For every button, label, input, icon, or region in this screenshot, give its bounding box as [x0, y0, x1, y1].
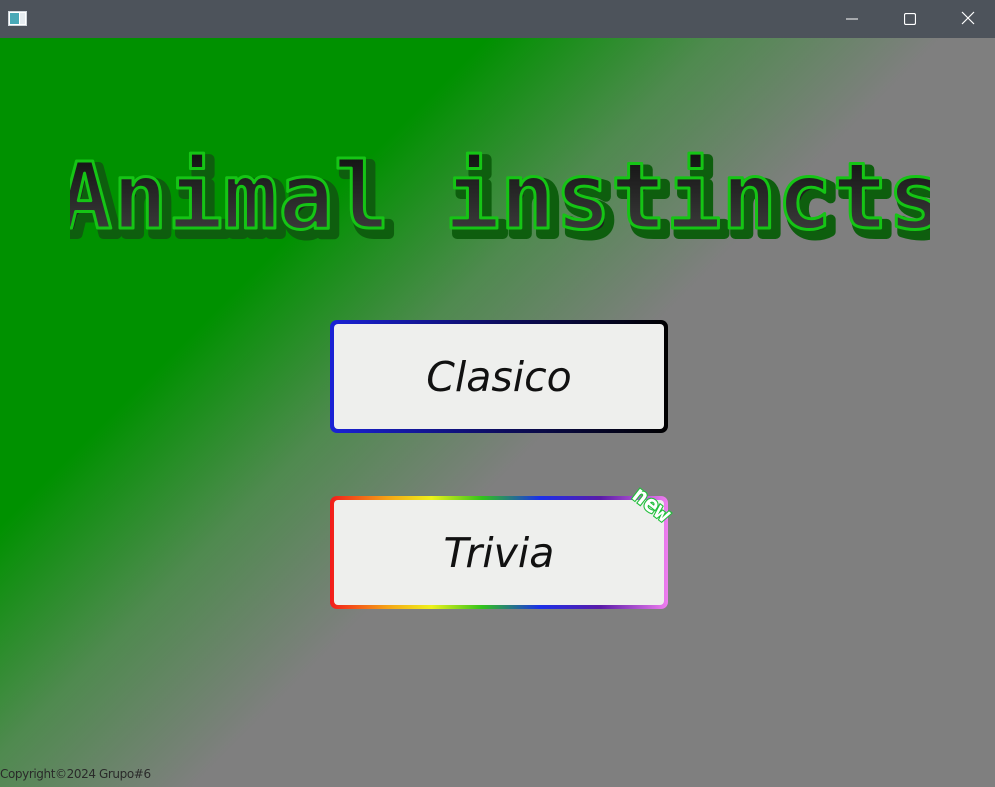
game-title: Animal instincts Animal instincts — [70, 142, 930, 249]
classic-mode-button[interactable]: Clasico — [330, 320, 668, 433]
maximize-icon — [903, 10, 917, 29]
trivia-mode-label: Trivia — [334, 500, 664, 605]
classic-mode-label: Clasico — [334, 324, 664, 429]
title-bar — [0, 0, 995, 38]
maximize-button[interactable] — [881, 0, 939, 38]
app-window-icon — [8, 11, 27, 26]
close-button[interactable] — [939, 0, 995, 38]
app-window: Animal instincts Animal instincts Clasic… — [0, 0, 995, 787]
close-icon — [961, 10, 975, 29]
new-badge: new — [626, 481, 677, 529]
main-area: Animal instincts Animal instincts Clasic… — [0, 38, 995, 787]
title-text: Animal instincts — [70, 143, 930, 248]
minimize-icon — [846, 10, 858, 29]
new-badge-text: new — [627, 482, 676, 528]
minimize-button[interactable] — [823, 0, 881, 38]
copyright-text: Copyright©2024 Grupo#6 — [0, 767, 151, 781]
